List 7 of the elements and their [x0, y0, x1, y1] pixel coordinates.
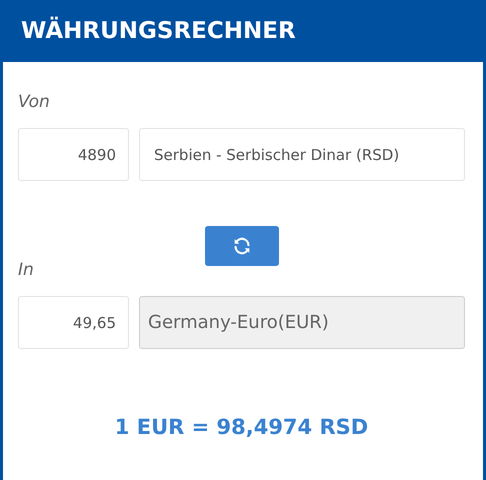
to-label: In [18, 260, 34, 280]
currency-field[interactable]: Serbien - Serbischer Dinar (RSD) [139, 128, 465, 181]
from-label: Von [18, 92, 50, 112]
exchange-rate: 1 EUR = 98,4974 RSD [114, 415, 368, 439]
app-title: WÄHRUNGSRECHNER [21, 18, 296, 44]
swap-button[interactable] [204, 226, 278, 266]
amount-field[interactable]: 4890 [18, 128, 129, 181]
